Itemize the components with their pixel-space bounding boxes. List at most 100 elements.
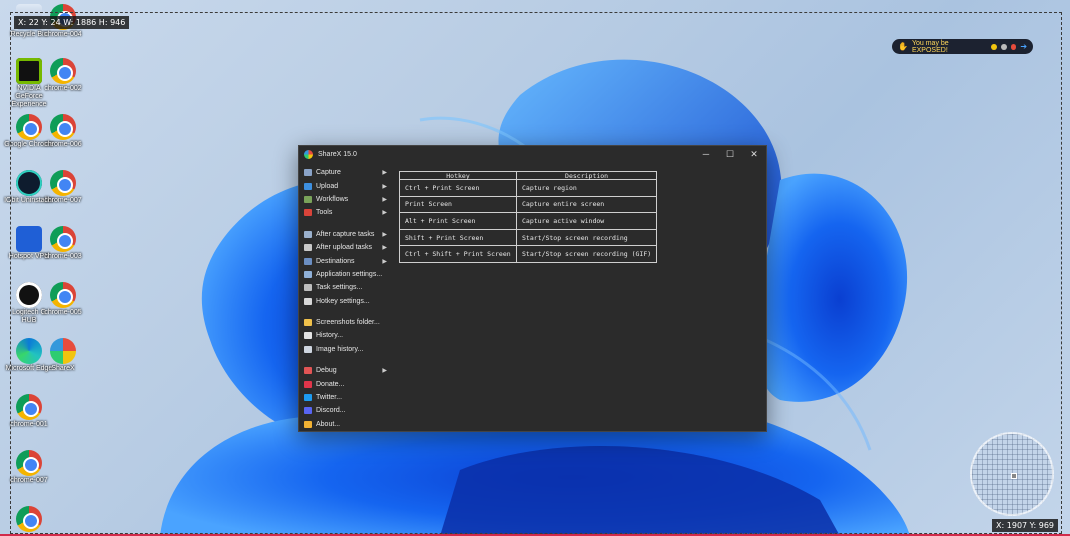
menu-item[interactable]: Twitter...	[301, 391, 389, 404]
menu-item-icon	[304, 332, 312, 340]
menu-item[interactable]: After upload tasks ▶	[301, 241, 389, 254]
submenu-arrow-icon: ▶	[382, 231, 387, 238]
menu-separator	[301, 220, 389, 228]
hotkey-row[interactable]: Alt + Print Screen Capture active window	[399, 212, 658, 230]
status-dot-grey	[1001, 43, 1007, 50]
menu-item-label: After capture tasks	[316, 230, 375, 238]
menu-item-icon	[304, 367, 312, 375]
magnifier-crosshair	[1011, 473, 1017, 479]
menu-item[interactable]: Tools ▶	[301, 206, 389, 219]
menu-item[interactable]: Destinations ▶	[301, 254, 389, 267]
hotkey-table: Hotkey Description Ctrl + Print Screen Ca…	[399, 171, 658, 263]
menu-item-icon	[304, 182, 312, 190]
hotkey-cell: Shift + Print Screen	[399, 228, 517, 247]
status-dot-yellow	[991, 43, 998, 50]
menu-item-icon	[304, 297, 312, 305]
menu-item[interactable]: Upload ▶	[301, 179, 389, 192]
desktop-icon-label: chrome-002	[44, 85, 82, 92]
exposed-notification[interactable]: ✋ You may be EXPOSED! ➔	[892, 39, 1033, 54]
menu-item[interactable]: Donate...	[301, 377, 389, 390]
chrome-icon	[50, 226, 76, 252]
desktop-icon-label: chrome-004	[44, 31, 82, 38]
menu-separator	[301, 356, 389, 364]
sharex-window: ShareX 15.0 ─ ☐ ✕ Capture ▶ Upload ▶ Workflo…	[298, 145, 767, 432]
desktop-icon-label: chrome-001	[10, 421, 48, 428]
submenu-arrow-icon: ▶	[382, 196, 387, 203]
hotkey-row[interactable]: Shift + Print Screen Start/Stop screen re…	[399, 228, 658, 247]
title-bar[interactable]: ShareX 15.0 ─ ☐ ✕	[299, 146, 766, 162]
chrome-icon	[50, 114, 76, 140]
description-cell: Start/Stop screen recording	[515, 228, 658, 247]
menu-item[interactable]: Image history...	[301, 343, 389, 356]
menu-item[interactable]: Debug ▶	[301, 364, 389, 377]
selection-readout: X: 22 Y: 24 W: 1886 H: 946	[14, 16, 130, 29]
hotkey-row[interactable]: Print Screen Capture entire screen	[399, 195, 658, 214]
menu-item-icon	[304, 195, 312, 203]
exposed-text: You may be EXPOSED!	[911, 39, 949, 54]
menu-item-label: Hotkey settings...	[316, 297, 370, 305]
close-button[interactable]: ✕	[742, 146, 766, 162]
chrome-icon	[50, 58, 76, 84]
hand-icon: ✋	[898, 42, 908, 51]
magnifier-loupe	[970, 432, 1054, 516]
menu-item[interactable]: Application settings...	[301, 268, 389, 281]
desktop-icon[interactable]: chrome-005	[38, 282, 88, 317]
hotkey-cell: Print Screen	[399, 195, 517, 214]
menu-item[interactable]: Discord...	[301, 404, 389, 417]
menu-item-label: Discord...	[316, 407, 346, 415]
menu-item-icon	[304, 284, 312, 292]
menu-item-label: About...	[316, 420, 341, 428]
submenu-arrow-icon: ▶	[382, 183, 387, 190]
hotkey-column-header: Hotkey	[399, 171, 517, 180]
desktop-icon-label: ShareX	[51, 365, 75, 372]
menu-item[interactable]: After capture tasks ▶	[301, 228, 389, 241]
window-title: ShareX 15.0	[318, 150, 357, 158]
description-cell: Capture active window	[515, 212, 658, 230]
sharex-icon	[50, 338, 76, 364]
hotkey-row[interactable]: Ctrl + Print Screen Capture region	[399, 179, 658, 197]
menu-item-label: Tools	[316, 209, 333, 217]
desktop-icon[interactable]: chrome-001	[4, 394, 54, 429]
cursor-readout: X: 1907 Y: 969	[992, 519, 1058, 532]
menu-item-icon	[304, 420, 312, 428]
chrome-icon	[50, 170, 76, 196]
arrow-right-icon[interactable]: ➔	[1020, 42, 1027, 51]
desktop-icon[interactable]: ShareX	[38, 338, 88, 373]
desktop-icon[interactable]	[4, 506, 54, 532]
chrome-icon	[50, 282, 76, 308]
desktop-icon[interactable]: chrome-002	[38, 58, 88, 93]
menu-item-icon	[304, 394, 312, 402]
menu-item-icon	[304, 209, 312, 217]
minimize-button[interactable]: ─	[694, 146, 718, 162]
menu-item-label: After upload tasks	[316, 244, 373, 252]
menu-item[interactable]: Hotkey settings...	[301, 295, 389, 308]
desktop-icon-label: chrome-007	[10, 477, 48, 484]
desktop-icon[interactable]: chrome-003	[38, 226, 88, 261]
menu-item-icon	[304, 380, 312, 388]
menu-item-label: Destinations	[316, 257, 355, 265]
menu-item-icon	[304, 230, 312, 238]
menu-item[interactable]: Capture ▶	[301, 166, 389, 179]
menu-separator	[301, 308, 389, 316]
desktop-icon-label: chrome-007	[44, 197, 82, 204]
menu-item-label: Image history...	[316, 345, 364, 353]
menu-item[interactable]: Screenshots folder...	[301, 316, 389, 329]
menu-item[interactable]: History...	[301, 329, 389, 342]
chrome-icon	[16, 450, 42, 476]
maximize-button[interactable]: ☐	[718, 146, 742, 162]
desktop-icon[interactable]: chrome-007	[38, 170, 88, 205]
submenu-arrow-icon: ▶	[382, 245, 387, 252]
main-menu: Capture ▶ Upload ▶ Workflows ▶ Tools ▶ After cap…	[301, 166, 389, 431]
menu-item-icon	[304, 270, 312, 278]
chrome-icon	[16, 394, 42, 420]
submenu-arrow-icon: ▶	[382, 368, 387, 375]
menu-item-label: Workflows	[316, 195, 349, 203]
menu-item[interactable]: Task settings...	[301, 281, 389, 294]
menu-item-icon	[304, 407, 312, 415]
menu-item[interactable]: Workflows ▶	[301, 193, 389, 206]
hotkey-row[interactable]: Ctrl + Shift + Print Screen Start/Stop sc…	[399, 245, 658, 263]
menu-item-label: Upload	[316, 182, 339, 190]
menu-item[interactable]: About...	[301, 418, 389, 431]
desktop-icon[interactable]: chrome-007	[4, 450, 54, 485]
desktop-icon[interactable]: chrome-006	[38, 114, 88, 149]
